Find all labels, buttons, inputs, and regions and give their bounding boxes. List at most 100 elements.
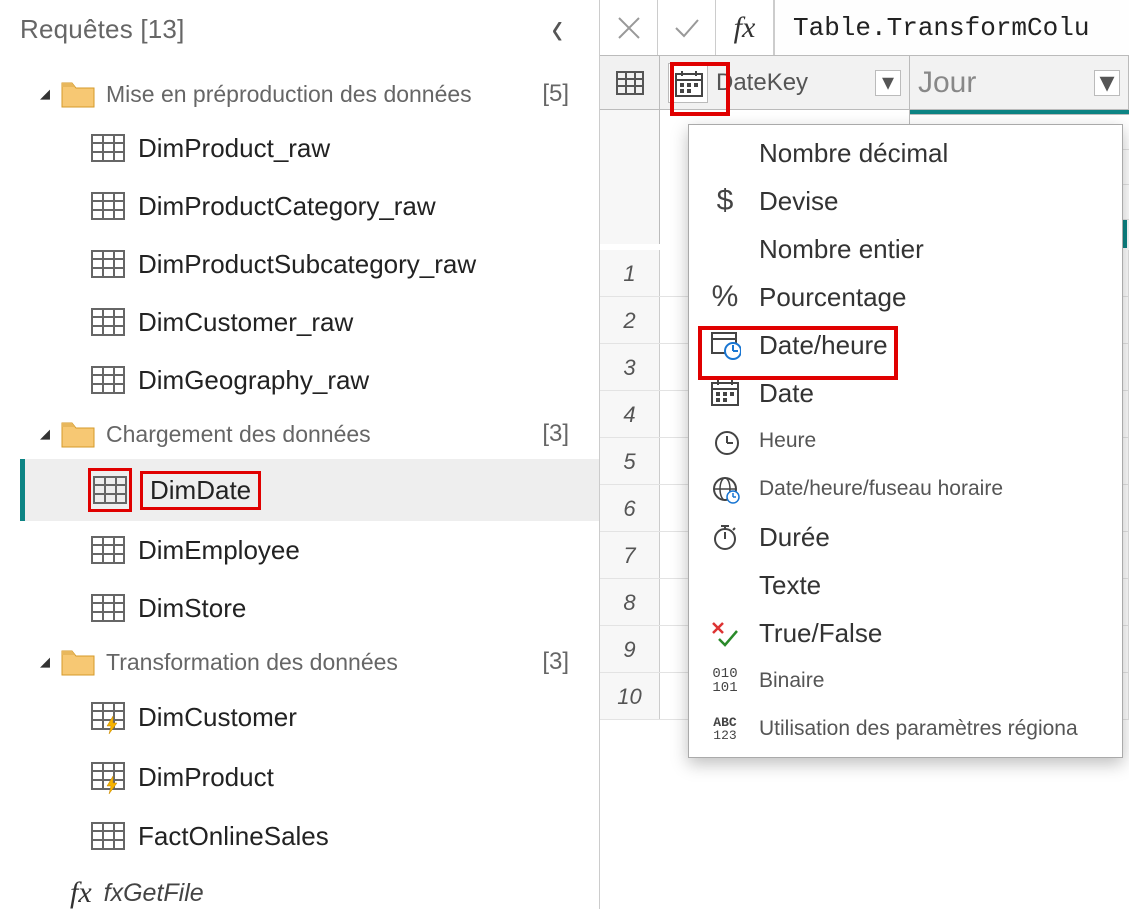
type-menu-item[interactable]: ABC123 Utilisation des paramètres régiona bbox=[689, 705, 1122, 753]
query-label: FactOnlineSales bbox=[138, 821, 329, 852]
query-label: DimGeography_raw bbox=[138, 365, 369, 396]
calendar-icon bbox=[707, 377, 743, 409]
menu-item-label: True/False bbox=[759, 618, 882, 649]
table-icon bbox=[90, 362, 126, 398]
query-group-transform[interactable]: ◢ Transformation des données [3] bbox=[20, 637, 599, 687]
folder-icon bbox=[60, 77, 96, 111]
expand-icon: ◢ bbox=[40, 86, 58, 102]
query-item[interactable]: DimEmployee bbox=[20, 521, 599, 579]
query-item[interactable]: FactOnlineSales bbox=[20, 807, 599, 865]
menu-item-label: Texte bbox=[759, 570, 821, 601]
type-menu-item[interactable]: 010101 Binaire bbox=[689, 657, 1122, 705]
menu-item-label: Durée bbox=[759, 522, 830, 553]
query-item[interactable]: DimCustomer_raw bbox=[20, 293, 599, 351]
group-label: Mise en préproduction des données bbox=[106, 81, 542, 108]
dollar-icon: $ bbox=[707, 184, 743, 218]
data-type-menu: Nombre décimal $ Devise Nombre entier% Pourc… bbox=[688, 124, 1123, 758]
fx-button[interactable]: fx bbox=[716, 0, 774, 55]
query-label: DimProduct bbox=[138, 762, 274, 793]
xcheck-icon bbox=[707, 617, 743, 649]
type-menu-item[interactable]: Date/heure/fuseau horaire bbox=[689, 465, 1122, 513]
type-menu-item[interactable]: Durée bbox=[689, 513, 1122, 561]
table-icon bbox=[90, 590, 126, 626]
query-label: DimDate bbox=[142, 473, 259, 508]
row-number: 2 bbox=[600, 297, 660, 343]
table-icon bbox=[90, 532, 126, 568]
query-label: DimStore bbox=[138, 593, 246, 624]
datetime-icon bbox=[707, 329, 743, 361]
row-number: 1 bbox=[600, 250, 660, 296]
cancel-button[interactable] bbox=[600, 0, 658, 55]
group-label: Transformation des données bbox=[106, 649, 542, 676]
type-menu-item[interactable]: % Pourcentage bbox=[689, 273, 1122, 321]
query-group-staging[interactable]: ◢ Mise en préproduction des données [5] bbox=[20, 69, 599, 119]
menu-item-label: Nombre entier bbox=[759, 234, 924, 265]
menu-item-label: Heure bbox=[759, 429, 816, 453]
column-label: Jour bbox=[918, 66, 976, 100]
query-item[interactable]: DimProductSubcategory_raw bbox=[20, 235, 599, 293]
column-filter-button[interactable]: ▾ bbox=[1094, 70, 1120, 96]
row-number: 10 bbox=[600, 673, 660, 719]
menu-item-label: Utilisation des paramètres régiona bbox=[759, 717, 1078, 741]
query-item-dimdate[interactable]: DimDate bbox=[20, 459, 599, 521]
table-icon bbox=[90, 304, 126, 340]
formula-bar: fx Table.TransformColu bbox=[600, 0, 1129, 56]
menu-item-label: Binaire bbox=[759, 669, 824, 693]
expand-icon: ◢ bbox=[40, 654, 58, 670]
menu-item-label: Devise bbox=[759, 186, 838, 217]
type-menu-item[interactable]: Texte bbox=[689, 561, 1122, 609]
stopwatch-icon bbox=[707, 521, 743, 553]
query-item[interactable]: DimProduct bbox=[20, 747, 599, 807]
type-menu-item[interactable]: Nombre entier bbox=[689, 225, 1122, 273]
row-number: 9 bbox=[600, 626, 660, 672]
query-item[interactable]: DimProduct_raw bbox=[20, 119, 599, 177]
group-label: Chargement des données bbox=[106, 421, 542, 448]
formula-input[interactable]: Table.TransformColu bbox=[774, 0, 1129, 55]
type-menu-item[interactable]: Date/heure bbox=[689, 321, 1122, 369]
query-label: DimProductCategory_raw bbox=[138, 191, 436, 222]
type-menu-item[interactable]: Date bbox=[689, 369, 1122, 417]
table-header: DateKey ▾ Jour ▾ bbox=[600, 56, 1129, 110]
type-menu-item[interactable]: Heure bbox=[689, 417, 1122, 465]
query-label: DimCustomer bbox=[138, 702, 297, 733]
abc123-icon: ABC123 bbox=[707, 716, 743, 742]
query-item[interactable]: DimGeography_raw bbox=[20, 351, 599, 409]
percent-icon: % bbox=[707, 280, 743, 314]
menu-item-label: Nombre décimal bbox=[759, 138, 948, 169]
type-menu-item[interactable]: $ Devise bbox=[689, 177, 1122, 225]
binary-icon: 010101 bbox=[707, 667, 743, 695]
query-item-fx[interactable]: fx fxGetFile bbox=[20, 865, 599, 921]
query-group-loading[interactable]: ◢ Chargement des données [3] bbox=[20, 409, 599, 459]
column-header-datekey[interactable]: DateKey ▾ bbox=[660, 56, 910, 109]
column-header-jour[interactable]: Jour ▾ bbox=[910, 56, 1129, 109]
row-number: 5 bbox=[600, 438, 660, 484]
menu-item-label: Date/heure/fuseau horaire bbox=[759, 477, 1003, 501]
column-filter-button[interactable]: ▾ bbox=[875, 70, 901, 96]
expand-icon: ◢ bbox=[40, 426, 58, 442]
queries-panel: Requêtes [13] ‹ ◢ Mise en préproduction … bbox=[0, 0, 600, 909]
row-number: 8 bbox=[600, 579, 660, 625]
folder-icon bbox=[60, 417, 96, 451]
type-menu-item[interactable]: Nombre décimal bbox=[689, 129, 1122, 177]
type-menu-item[interactable]: True/False bbox=[689, 609, 1122, 657]
menu-item-label: Pourcentage bbox=[759, 282, 906, 313]
query-item[interactable]: DimStore bbox=[20, 579, 599, 637]
menu-item-label: Date bbox=[759, 378, 814, 409]
commit-button[interactable] bbox=[658, 0, 716, 55]
table-bolt-icon bbox=[90, 698, 126, 736]
group-count: [3] bbox=[542, 420, 569, 448]
select-all-button[interactable] bbox=[600, 56, 660, 109]
column-type-icon[interactable] bbox=[668, 63, 708, 103]
table-icon bbox=[90, 470, 130, 510]
table-bolt-icon bbox=[90, 758, 126, 796]
query-item[interactable]: DimCustomer bbox=[20, 687, 599, 747]
collapse-panel-button[interactable]: ‹ bbox=[552, 18, 569, 42]
table-icon bbox=[90, 130, 126, 166]
query-item[interactable]: DimProductCategory_raw bbox=[20, 177, 599, 235]
row-number: 4 bbox=[600, 391, 660, 437]
queries-title: Requêtes [13] bbox=[20, 14, 185, 45]
table-icon bbox=[90, 246, 126, 282]
folder-icon bbox=[60, 645, 96, 679]
table-icon bbox=[90, 818, 126, 854]
query-label: DimProductSubcategory_raw bbox=[138, 249, 476, 280]
